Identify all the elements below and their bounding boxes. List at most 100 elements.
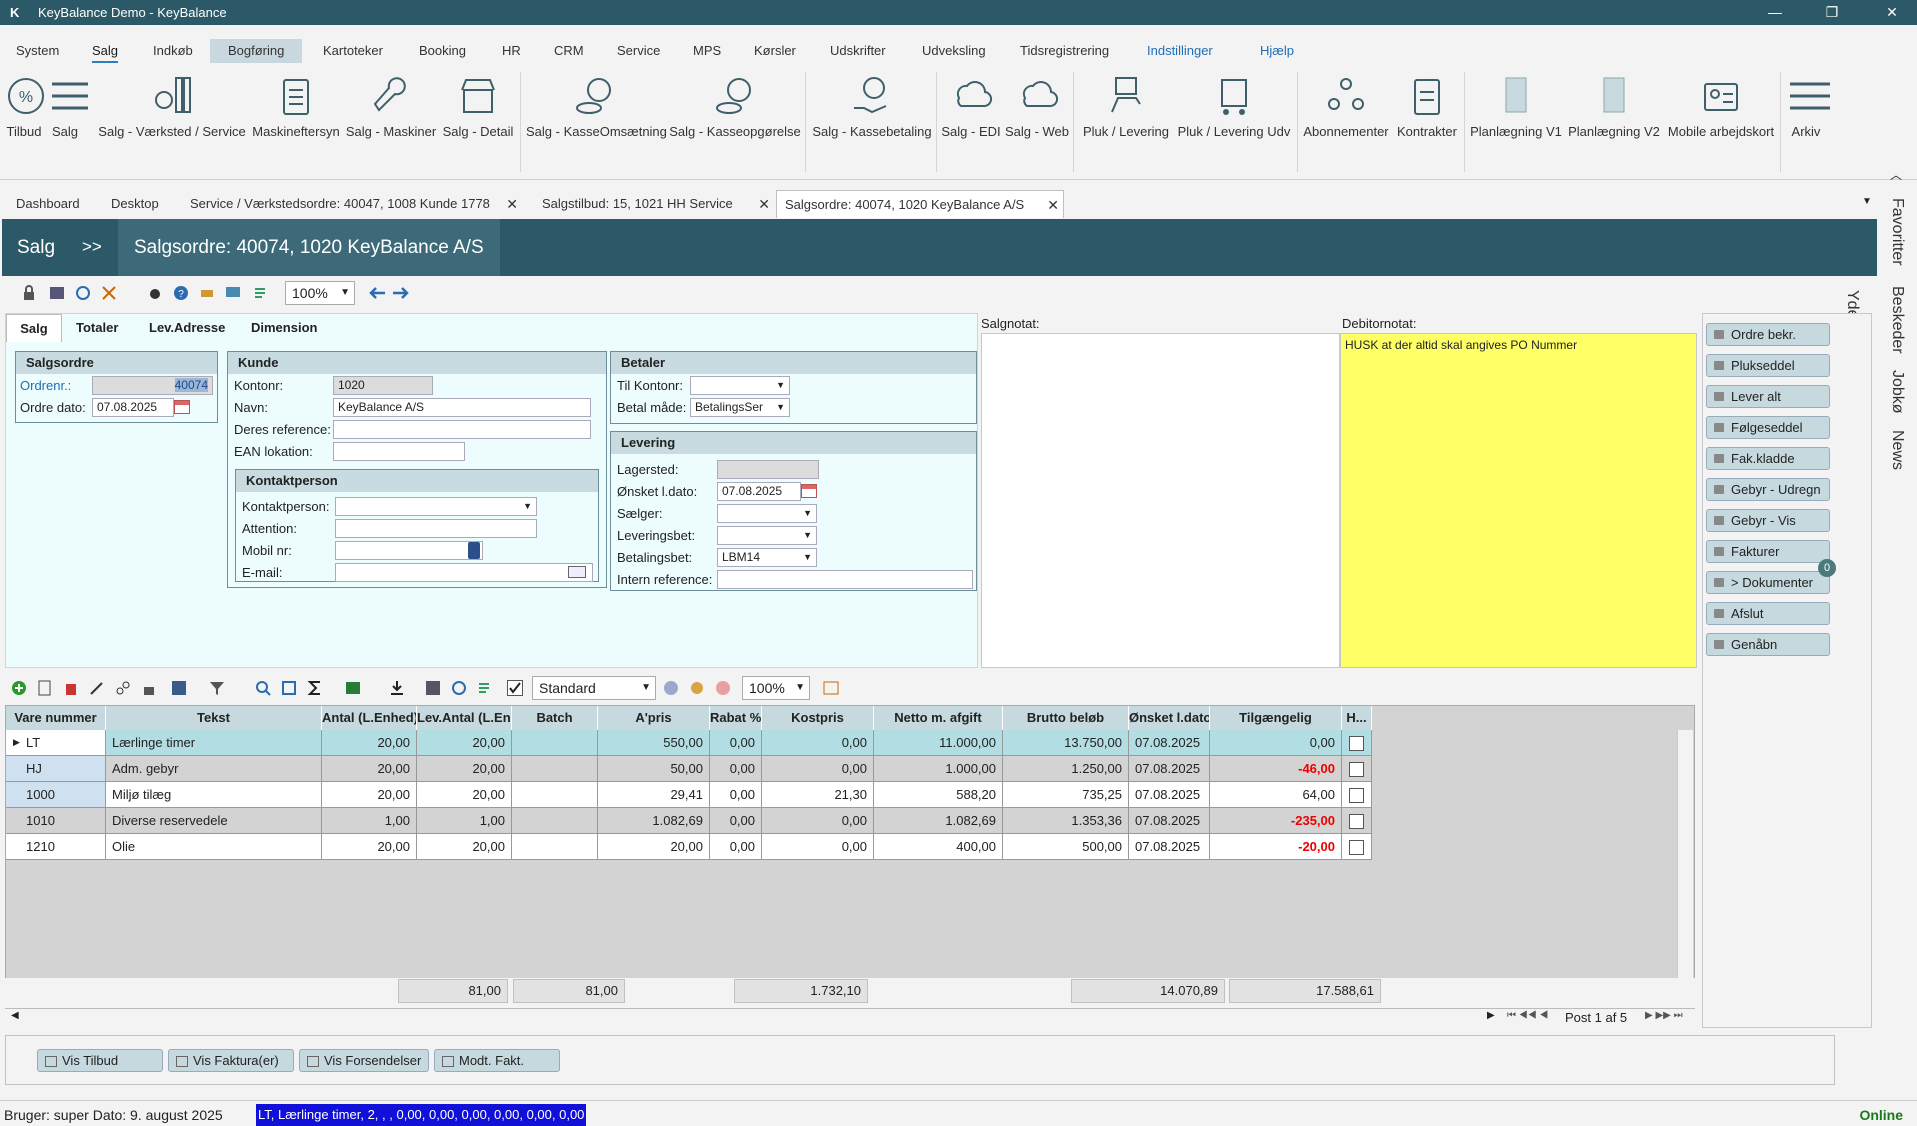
monitor-icon[interactable] (225, 285, 241, 301)
table-cell[interactable]: 11.000,00 (874, 730, 1003, 756)
zoom-fit-icon[interactable] (281, 680, 297, 696)
minimize-icon[interactable]: — (1760, 2, 1790, 22)
table-row[interactable]: 1000 Miljø tilæg 20,00 20,00 29,41 0,00 21,30 5… (6, 782, 1676, 808)
table-cell[interactable]: 1.000,00 (874, 756, 1003, 782)
zoom-select[interactable]: 100% ▼ (285, 281, 355, 305)
ean-field[interactable] (333, 442, 465, 461)
column-header[interactable]: Tilgængelig (1210, 706, 1342, 730)
table-cell[interactable]: 1000 (6, 782, 106, 808)
forward-arrow-icon[interactable] (391, 285, 411, 301)
table-cell[interactable]: 07.08.2025 (1129, 782, 1210, 808)
menu-tidsregistrering[interactable]: Tidsregistrering (1018, 39, 1111, 63)
lock-icon[interactable] (21, 285, 37, 301)
column-header[interactable]: Netto m. afgift (874, 706, 1003, 730)
table-cell[interactable]: Diverse reservedele (106, 808, 322, 834)
leveringsbet-select[interactable]: ▼ (717, 526, 817, 545)
ribbon-tilbud[interactable]: % Tilbud (2, 74, 46, 164)
close-tab-icon[interactable]: ✕ (506, 190, 518, 218)
table-cell[interactable]: 20,00 (322, 834, 417, 860)
refresh-icon[interactable] (75, 285, 91, 301)
navn-field[interactable]: KeyBalance A/S (333, 398, 591, 417)
table-row[interactable]: 1010 Diverse reservedele 1,00 1,00 1.082,69 0… (6, 808, 1676, 834)
table-cell[interactable]: 20,00 (598, 834, 710, 860)
column-header[interactable]: A'pris (598, 706, 710, 730)
table-cell[interactable]: 50,00 (598, 756, 710, 782)
attention-field[interactable] (335, 519, 537, 538)
table-cell[interactable]: 07.08.2025 (1129, 834, 1210, 860)
menu-indstillinger[interactable]: Indstillinger (1145, 39, 1215, 63)
tab-salgstilbud[interactable]: Salgstilbud: 15, 1021 HH Service ✕ (534, 190, 774, 218)
menu-salg[interactable]: Salg (90, 39, 120, 63)
table-cell[interactable]: 20,00 (417, 834, 512, 860)
table-cell[interactable]: 0,00 (710, 834, 762, 860)
add-layout-icon[interactable] (663, 680, 679, 696)
table-cell[interactable]: -235,00 (1210, 808, 1342, 834)
table-cell[interactable]: 400,00 (874, 834, 1003, 860)
column-header[interactable]: Antal (L.Enhed) (322, 706, 417, 730)
table-cell[interactable]: 0,00 (762, 756, 874, 782)
lagersted-field[interactable] (717, 460, 819, 479)
table-cell[interactable] (512, 756, 598, 782)
collapse-ribbon-icon[interactable]: ︿ (1890, 166, 1902, 183)
afslut-button[interactable]: Afslut (1706, 602, 1830, 625)
table-cell[interactable]: 07.08.2025 (1129, 756, 1210, 782)
tab-salgsordre[interactable]: Salgsordre: 40074, 1020 KeyBalance A/S ✕ (776, 190, 1064, 218)
table-cell[interactable] (1342, 730, 1372, 756)
fak-kladde-button[interactable]: Fak.kladde (1706, 447, 1830, 470)
close-icon[interactable]: ✕ (1877, 2, 1907, 22)
email-field[interactable] (335, 563, 593, 582)
ribbon-pluk-levering-udv[interactable]: Pluk / Levering Udv (1175, 74, 1293, 164)
menu-bogforing[interactable]: Bogføring (210, 39, 303, 63)
table-cell[interactable]: 20,00 (417, 730, 512, 756)
column-header[interactable]: Tekst (106, 706, 322, 730)
kontaktperson-select[interactable]: ▼ (335, 497, 537, 516)
side-tab-news[interactable]: News (1888, 430, 1906, 470)
table-cell[interactable]: 0,00 (1210, 730, 1342, 756)
refresh-icon[interactable] (451, 680, 467, 696)
edit-list-icon[interactable] (253, 285, 269, 301)
ribbon-kassebetaling[interactable]: Salg - Kassebetaling (808, 74, 936, 164)
menu-service[interactable]: Service (615, 39, 662, 63)
subtab-salg[interactable]: Salg (6, 314, 62, 342)
folgeseddel-button[interactable]: Følgeseddel (1706, 416, 1830, 439)
vertical-scrollbar[interactable] (1677, 730, 1693, 978)
tab-service-order[interactable]: Service / Værkstedsordre: 40047, 1008 Ku… (182, 190, 522, 218)
row-checkbox[interactable] (1349, 788, 1364, 803)
vis-tilbud-button[interactable]: Vis Tilbud (37, 1049, 163, 1072)
columns-icon[interactable] (171, 680, 187, 696)
table-cell[interactable] (1342, 808, 1372, 834)
ribbon-kasseopgorelse[interactable]: Salg - Kasseopgørelse (668, 74, 802, 164)
ribbon-arkiv[interactable]: Arkiv (1786, 74, 1830, 164)
menu-hjaelp[interactable]: Hjælp (1258, 39, 1296, 63)
bug-icon[interactable] (147, 285, 163, 301)
table-cell[interactable]: 0,00 (762, 834, 874, 860)
subtab-lev-adresse[interactable]: Lev.Adresse (149, 314, 225, 342)
table-cell[interactable]: 07.08.2025 (1129, 730, 1210, 756)
table-cell[interactable]: 1.353,36 (1003, 808, 1129, 834)
table-cell[interactable]: -46,00 (1210, 756, 1342, 782)
row-checkbox[interactable] (1349, 762, 1364, 777)
ribbon-kasseomsaetning[interactable]: Salg - KasseOmsætning (526, 74, 667, 164)
table-cell[interactable]: -20,00 (1210, 834, 1342, 860)
plukseddel-button[interactable]: Plukseddel (1706, 354, 1830, 377)
checkbox-icon[interactable] (507, 680, 523, 696)
table-cell[interactable]: 20,00 (417, 756, 512, 782)
table-cell[interactable]: 0,00 (762, 730, 874, 756)
table-cell[interactable]: 1.082,69 (874, 808, 1003, 834)
intern-reference-field[interactable] (717, 570, 973, 589)
mobil-field[interactable] (335, 541, 483, 560)
row-checkbox[interactable] (1349, 814, 1364, 829)
coins-icon[interactable] (689, 680, 705, 696)
table-cell[interactable]: 0,00 (762, 808, 874, 834)
table-cell[interactable]: 500,00 (1003, 834, 1129, 860)
table-cell[interactable]: 0,00 (710, 756, 762, 782)
help-icon[interactable]: ? (173, 285, 189, 301)
table-cell[interactable]: Miljø tilæg (106, 782, 322, 808)
menu-korsler[interactable]: Kørsler (752, 39, 798, 63)
table-cell[interactable] (1342, 782, 1372, 808)
menu-udskrifter[interactable]: Udskrifter (828, 39, 888, 63)
gebyr-vis-button[interactable]: Gebyr - Vis (1706, 509, 1830, 532)
column-header[interactable]: Rabat % (710, 706, 762, 730)
tab-desktop[interactable]: Desktop (103, 190, 167, 218)
ribbon-salg-detail[interactable]: Salg - Detail (441, 74, 515, 164)
